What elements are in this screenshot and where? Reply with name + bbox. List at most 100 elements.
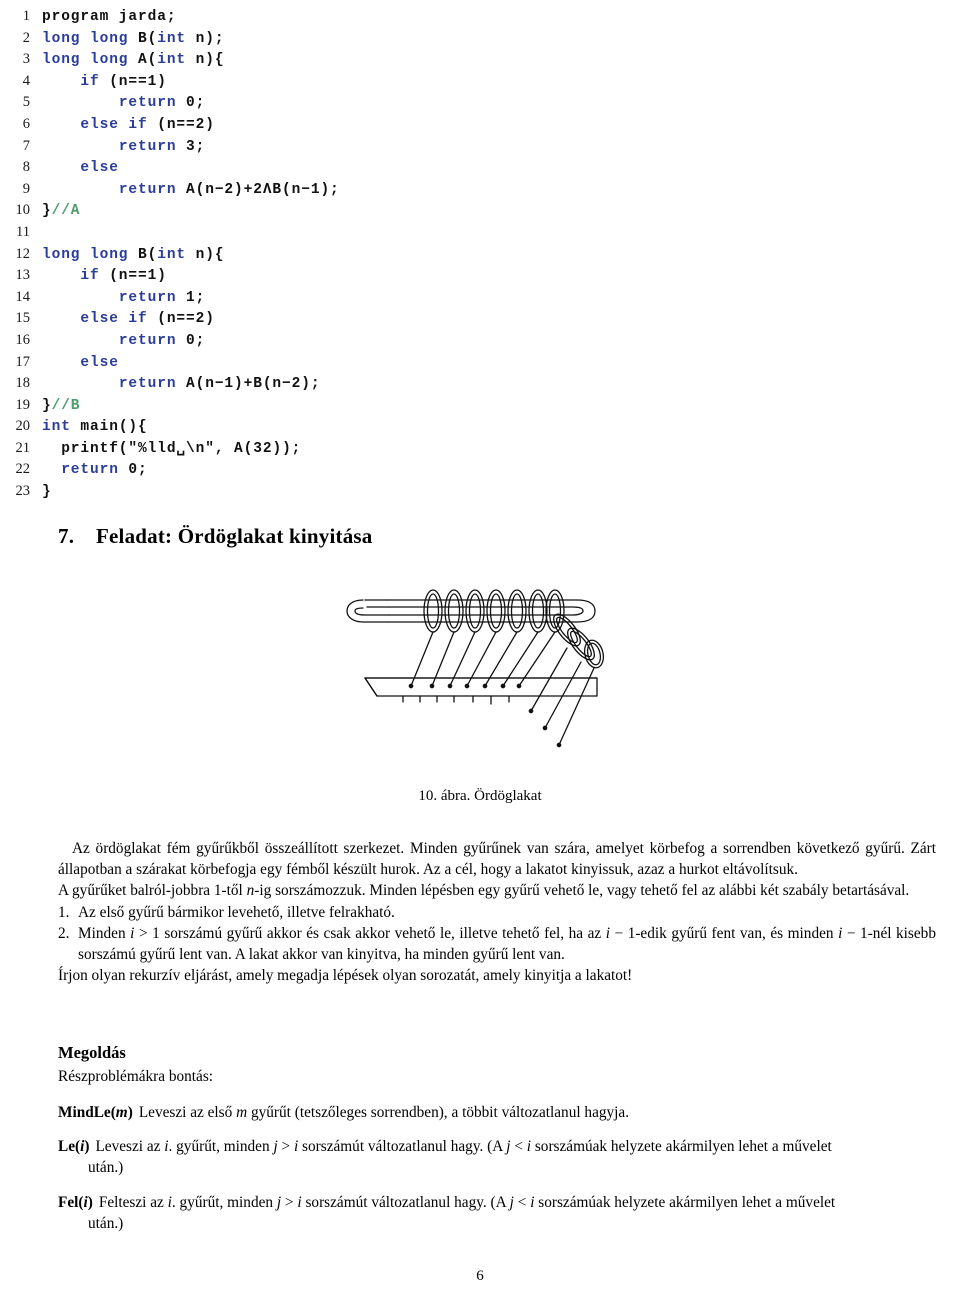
code-line-text: else: [42, 353, 119, 375]
code-token: //A: [51, 203, 81, 220]
definition-continuation: után.): [88, 1159, 124, 1177]
code-line-text: printf("%lld␣\n", A(32));: [42, 439, 301, 461]
code-token: printf("%lld␣\n", A(32));: [61, 440, 302, 457]
code-token: long long: [42, 52, 139, 69]
code-line-number: 5: [22, 94, 30, 111]
code-line-text: else if (n==2): [42, 309, 215, 331]
code-token: long long: [42, 30, 139, 47]
code-line-number: 12: [15, 245, 31, 262]
code-token: (n==1): [99, 73, 167, 90]
definition-term: MindLe(m): [58, 1104, 133, 1121]
code-token: else: [80, 354, 119, 371]
code-token: int: [157, 246, 187, 263]
code-line-number: 3: [22, 51, 30, 68]
paragraph-numbering: A gyűrűket balról-jobbra 1-től n-ig sors…: [58, 882, 910, 900]
problem-statement: Az ördöglakat fém gyűrűkből összeállítot…: [58, 838, 936, 986]
code-line: 12 long long B(int n){: [0, 244, 960, 266]
code-line: 16 return 0;: [0, 330, 960, 352]
code-token: int: [157, 52, 187, 69]
code-line-text: return 0;: [42, 93, 205, 115]
code-line: 20 int main(){: [0, 416, 960, 438]
code-line-number: 21: [15, 439, 31, 456]
code-token: 0;: [176, 332, 206, 349]
code-line: 18 return A(n−1)+B(n−2);: [0, 373, 960, 395]
code-line: 15 else if (n==2): [0, 308, 960, 330]
code-token: return: [118, 332, 177, 349]
code-token: return: [118, 138, 177, 155]
code-line-text: program jarda;: [42, 7, 176, 29]
code-token: (n==2): [147, 116, 215, 133]
code-line-number: 11: [16, 223, 30, 240]
definitions-list: MindLe(m) Leveszi az első m gyűrűt (tetsz…: [58, 1102, 936, 1247]
code-line-number: 10: [15, 202, 31, 219]
code-token: int: [42, 419, 71, 436]
rule-text: Minden i > 1 sorszámú gyűrű akkor és csa…: [78, 924, 936, 964]
code-line-text: else: [42, 158, 119, 180]
code-line: 9 return A(n−2)+2ΛB(n−1);: [0, 179, 960, 201]
code-line-text: return 0;: [42, 331, 205, 353]
code-line-text: if (n==1): [42, 266, 167, 288]
code-token: return: [118, 181, 177, 198]
code-token: long long: [42, 246, 139, 263]
ordoglakat-illustration: [315, 578, 645, 776]
code-line-number: 2: [22, 29, 30, 46]
code-line-text: long long A(int n){: [42, 50, 224, 72]
code-line: 10}//A: [0, 200, 960, 222]
rule-item: 1. Az első gyűrű bármikor levehető, ille…: [58, 902, 936, 923]
code-token: 0;: [176, 95, 206, 112]
code-line: 17 else: [0, 352, 960, 374]
code-token: n){: [186, 52, 225, 69]
code-token: }: [42, 203, 52, 220]
definition-text: Leveszi az i. gyűrűt, minden j > i sorsz…: [95, 1138, 832, 1156]
code-line-text: else if (n==2): [42, 115, 215, 137]
definition-term: Fel(i): [58, 1193, 93, 1211]
code-line: 6 else if (n==2): [0, 114, 960, 136]
code-token: n);: [186, 30, 225, 47]
code-line-text: return A(n−1)+B(n−2);: [42, 374, 320, 396]
code-line-number: 17: [15, 353, 31, 370]
code-token: else if: [80, 311, 148, 328]
code-token: }: [42, 484, 52, 501]
code-line-text: long long B(int n){: [42, 245, 224, 267]
code-token: }: [42, 397, 52, 414]
code-line-text: }//A: [42, 201, 80, 223]
code-line-number: 19: [15, 396, 31, 413]
rule-number: 1.: [58, 903, 70, 921]
code-line-number: 7: [22, 137, 30, 154]
code-token: return: [118, 376, 177, 393]
rules-list: 1. Az első gyűrű bármikor levehető, ille…: [58, 902, 936, 966]
code-token: A(n−1)+B(n−2);: [176, 376, 321, 393]
code-line-text: int main(){: [42, 417, 148, 439]
definition-entry: Fel(i) Felteszi az i. gyűrűt, minden j > …: [58, 1192, 936, 1234]
code-line: 19}//B: [0, 395, 960, 417]
code-token: else if: [80, 116, 148, 133]
code-line: 1 program jarda;: [0, 6, 960, 28]
code-line-number: 14: [15, 288, 31, 305]
code-token: A(: [138, 52, 158, 69]
code-line: 8 else: [0, 157, 960, 179]
code-line-number: 23: [15, 483, 31, 500]
definition-term: Le(i): [58, 1138, 90, 1156]
code-line: 2 long long B(int n);: [0, 28, 960, 50]
code-line-number: 13: [15, 267, 31, 284]
code-listing: 1 program jarda; 2 long long B(int n); 3 long…: [0, 6, 960, 503]
code-line-number: 20: [15, 418, 31, 435]
code-token: return: [118, 289, 177, 306]
rule-item: 2. Minden i > 1 sorszámú gyűrű akkor és …: [58, 923, 936, 965]
code-line-number: 4: [22, 72, 30, 89]
definition-continuation: után.): [88, 1214, 124, 1232]
code-line-text: return 0;: [42, 460, 148, 482]
figure-caption: 10. ábra. Ördöglakat: [418, 788, 542, 804]
code-token: if: [80, 268, 100, 285]
code-token: //B: [51, 397, 81, 414]
code-line-text: long long B(int n);: [42, 29, 224, 51]
code-line-number: 22: [15, 461, 31, 478]
code-token: main(){: [70, 419, 148, 436]
code-line: 11: [0, 222, 960, 244]
